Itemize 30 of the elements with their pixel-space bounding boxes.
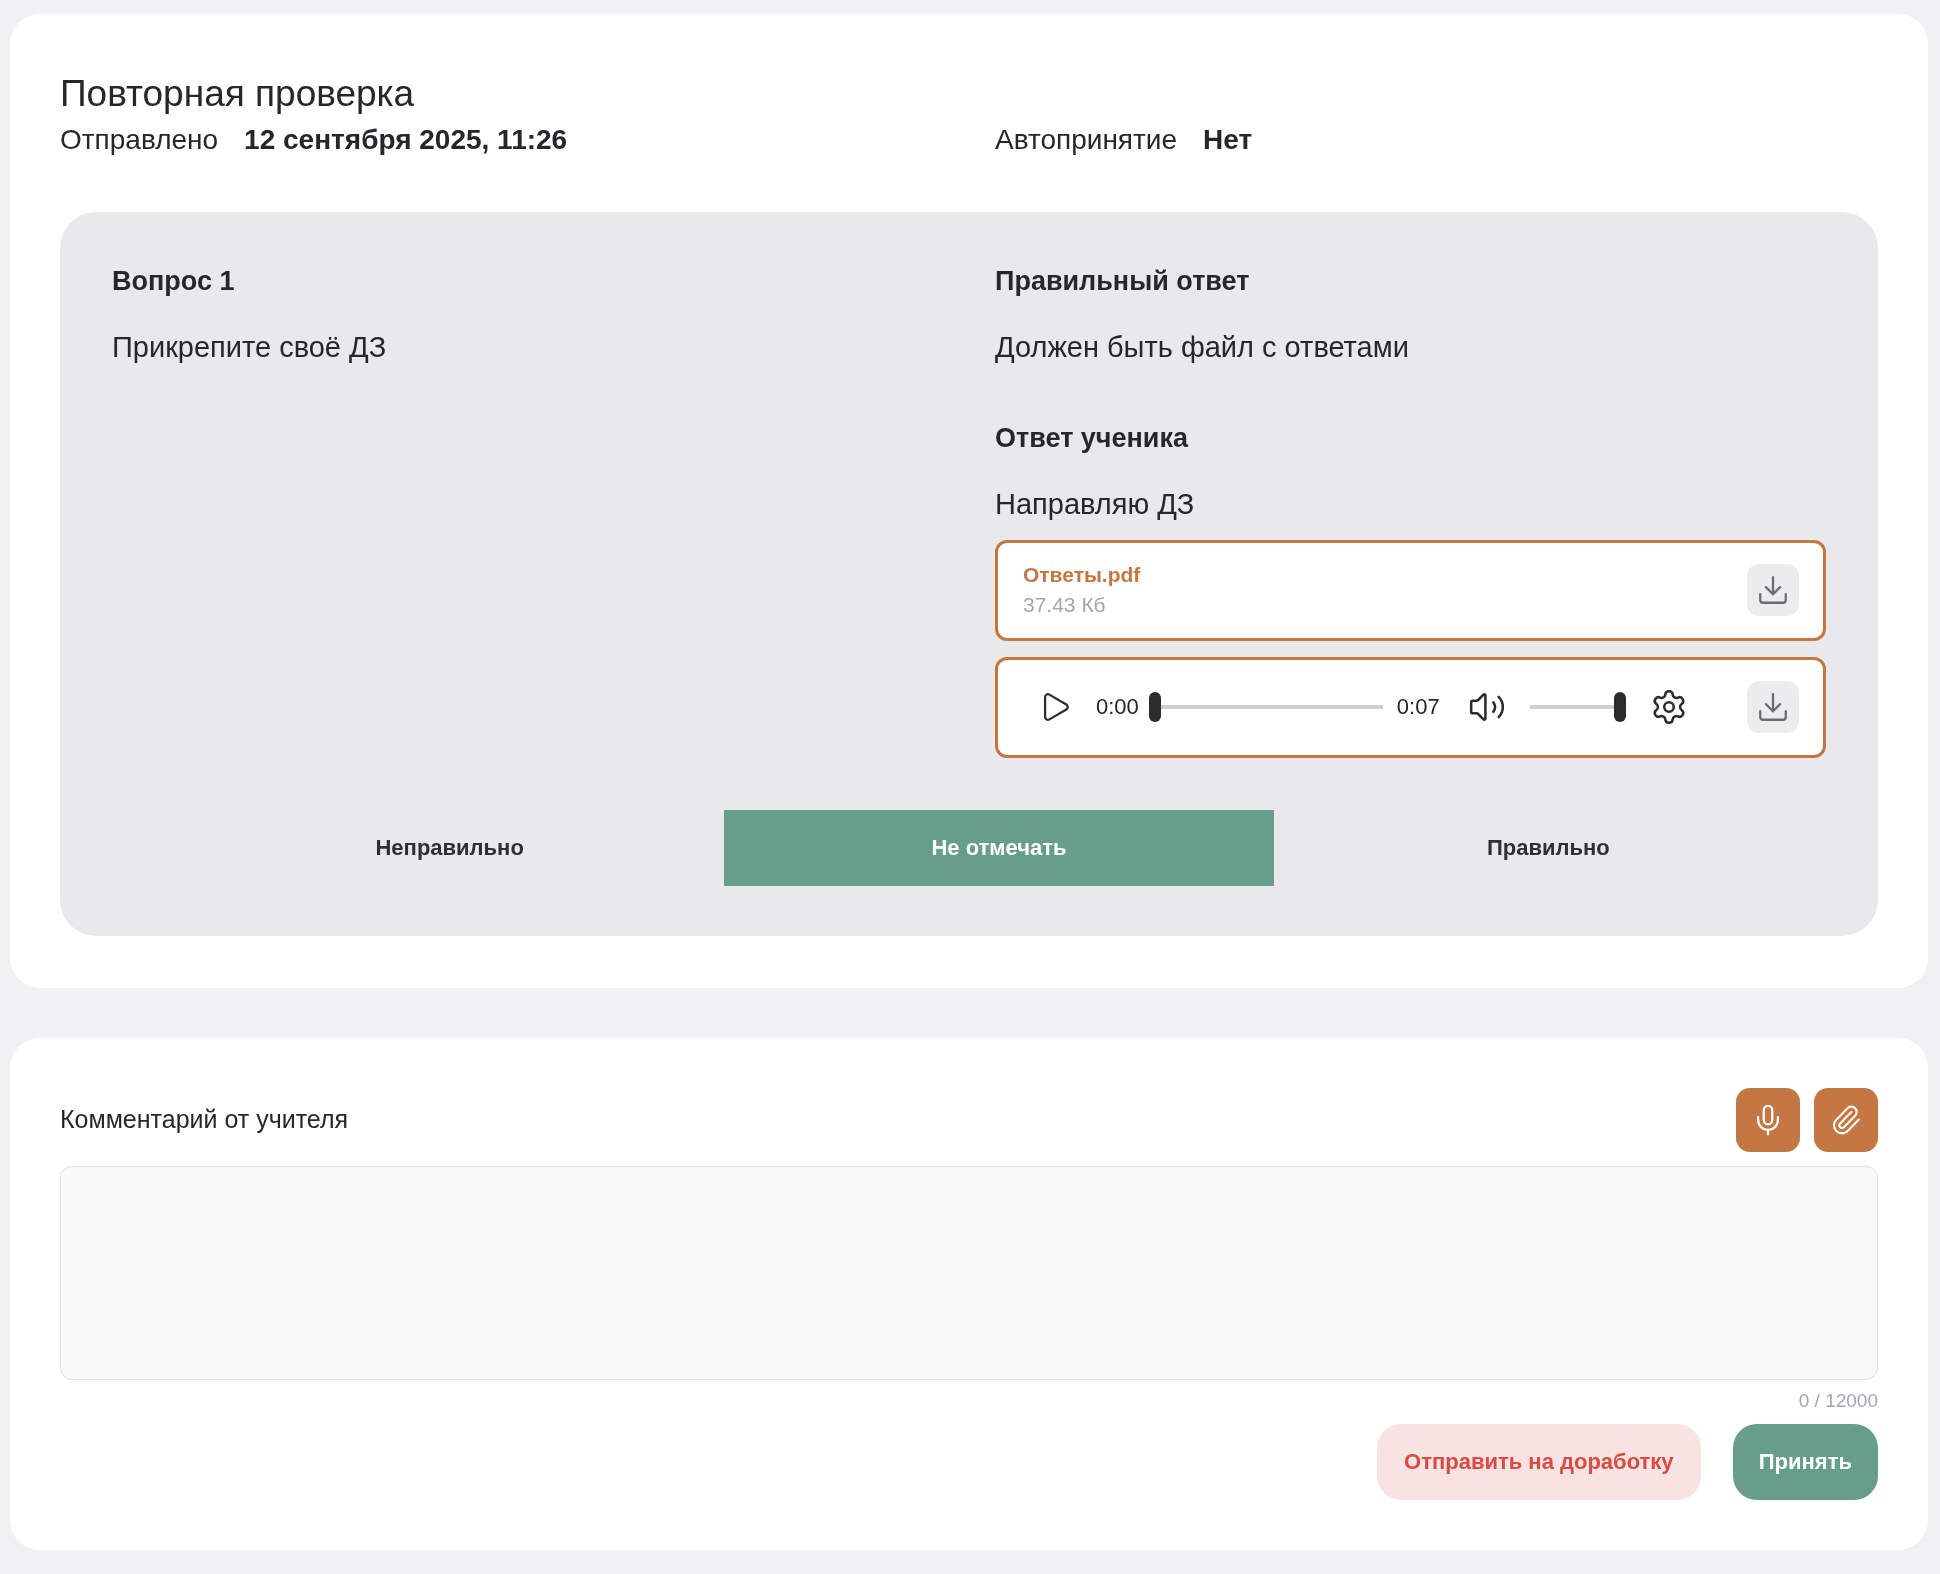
duration-time: 0:07 bbox=[1396, 694, 1440, 721]
comment-label: Комментарий от учителя bbox=[60, 1105, 348, 1135]
mark-option[interactable]: Не отмечать bbox=[724, 809, 1274, 886]
mark-option[interactable]: Правильно bbox=[1273, 809, 1823, 886]
comment-field[interactable] bbox=[60, 1165, 1878, 1380]
auto-accept-value: Нет bbox=[1203, 124, 1253, 157]
mark-option[interactable]: Неправильно bbox=[175, 809, 725, 886]
microphone-button[interactable] bbox=[1736, 1087, 1800, 1152]
slider-thumb[interactable] bbox=[1148, 692, 1161, 723]
question-heading: Вопрос 1 bbox=[112, 265, 236, 299]
sent-date: 12 сентября 2025, 11:26 bbox=[244, 124, 568, 157]
auto-accept-label: Автопринятие bbox=[995, 124, 1178, 157]
correct-answer-heading: Правильный ответ bbox=[995, 265, 1251, 299]
correct-answer-text: Должен быть файл с ответами bbox=[995, 330, 1410, 366]
file-name[interactable]: Ответы.pdf bbox=[1023, 563, 1747, 588]
return-button[interactable]: Отправить на доработку bbox=[1376, 1423, 1701, 1500]
attach-button[interactable] bbox=[1814, 1087, 1878, 1152]
student-answer-text: Направляю ДЗ bbox=[995, 486, 1196, 522]
download-button[interactable] bbox=[1747, 681, 1799, 734]
student-answer-heading: Ответ ученика bbox=[995, 421, 1190, 455]
accept-button[interactable]: Принять bbox=[1732, 1423, 1878, 1500]
current-time: 0:00 bbox=[1096, 694, 1139, 721]
character-counter: 0 / 12000 bbox=[1798, 1389, 1878, 1412]
question-text: Прикрепите своё ДЗ bbox=[112, 330, 388, 366]
page-title: Повторная проверка bbox=[60, 72, 416, 116]
paperclip-icon bbox=[1830, 1103, 1862, 1136]
slider-thumb[interactable] bbox=[1613, 692, 1626, 723]
file-size: 37.43 Кб bbox=[1023, 593, 1107, 618]
sent-label: Отправлено bbox=[60, 124, 219, 157]
download-button[interactable] bbox=[1747, 564, 1799, 617]
